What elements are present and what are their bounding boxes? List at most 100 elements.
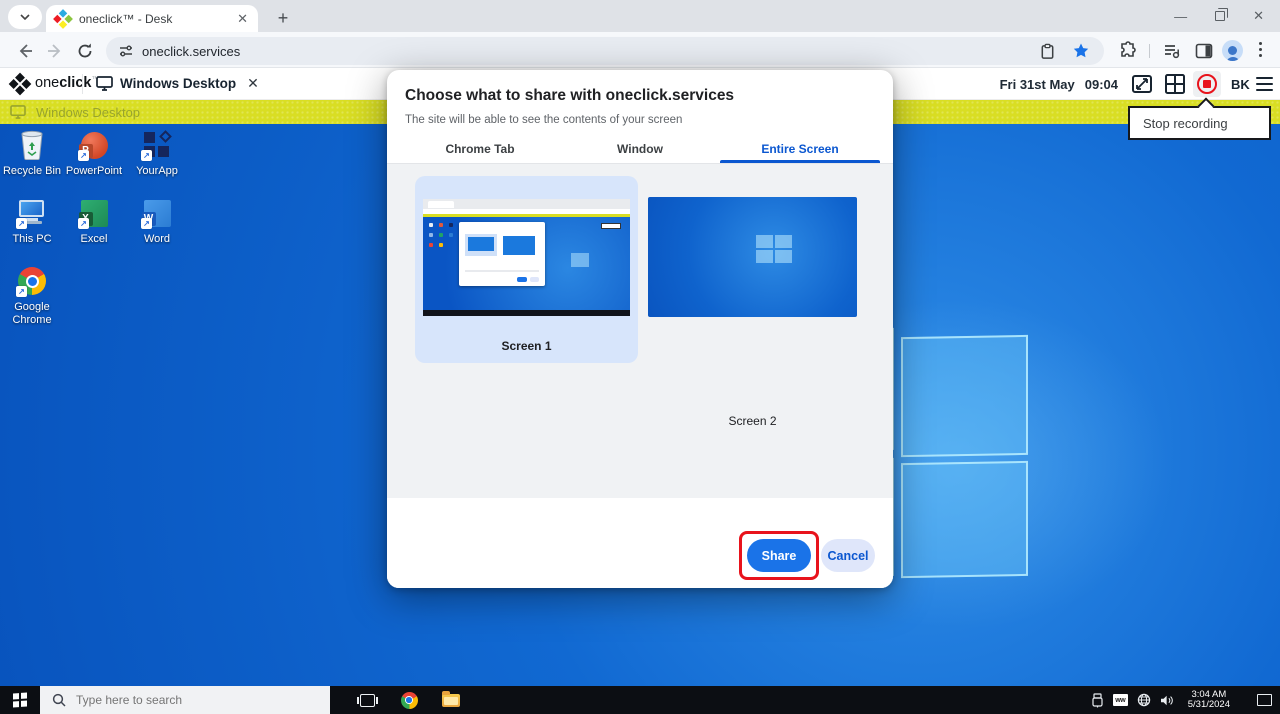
grid-layout-icon[interactable]: [1164, 73, 1186, 95]
forward-icon[interactable]: [46, 42, 64, 60]
omnibox[interactable]: oneclick.services: [106, 37, 1104, 65]
session-tab-close-icon[interactable]: ✕: [247, 75, 259, 92]
mini-share-dialog: [459, 222, 545, 286]
dialog-title: Choose what to share with oneclick.servi…: [405, 87, 734, 105]
file-explorer-icon: [442, 694, 460, 707]
restore-button[interactable]: [1215, 11, 1225, 21]
url-text[interactable]: oneclick.services: [142, 44, 1039, 59]
usb-icon[interactable]: [1091, 693, 1104, 708]
shortcut-arrow-icon: ↗: [78, 218, 89, 229]
tab-close-icon[interactable]: ✕: [235, 11, 250, 27]
desktop-icon-label: Recycle Bin: [3, 165, 61, 178]
task-view-icon: [360, 694, 375, 707]
screen-1-card[interactable]: Screen 1: [415, 176, 638, 363]
session-tab-label: Windows Desktop: [120, 76, 236, 91]
profile-avatar[interactable]: [1222, 40, 1243, 61]
monitor-icon: [96, 76, 113, 91]
new-tab-button[interactable]: +: [270, 5, 296, 31]
word-icon: W ↗: [141, 197, 173, 229]
yourapp-icon: ↗: [141, 129, 173, 161]
desktop-icon-label: This PC: [12, 233, 51, 246]
desktop-icon-recycle-bin[interactable]: Recycle Bin: [0, 129, 64, 178]
screen-2-thumbnail[interactable]: [648, 197, 857, 317]
clipboard-icon[interactable]: [1039, 43, 1056, 60]
side-panel-icon[interactable]: [1194, 41, 1214, 61]
session-tab-windows-desktop[interactable]: Windows Desktop ✕: [88, 68, 267, 99]
taskbar: ww 3:04 AM 5/31/2024: [0, 686, 1280, 714]
desktop-icon-excel[interactable]: X ↗ Excel: [62, 197, 126, 246]
share-dialog: Choose what to share with oneclick.servi…: [387, 70, 893, 588]
banner-label: Windows Desktop: [36, 105, 140, 120]
task-view-button[interactable]: [346, 686, 388, 714]
appbar-time: 09:04: [1085, 77, 1118, 92]
shortcut-arrow-icon: ↗: [141, 150, 152, 161]
tab-chrome-tab[interactable]: Chrome Tab: [400, 136, 560, 163]
screen-1-thumbnail[interactable]: [423, 199, 630, 316]
shortcut-arrow-icon: ↗: [141, 218, 152, 229]
fit-screen-icon[interactable]: [1131, 73, 1153, 95]
dialog-subtitle: The site will be able to see the content…: [405, 114, 682, 126]
search-input[interactable]: [76, 693, 276, 707]
shortcut-arrow-icon: ↗: [78, 150, 89, 161]
media-controls-icon[interactable]: [1162, 41, 1182, 61]
this-pc-icon: ↗: [16, 197, 48, 229]
desktop-icon-this-pc[interactable]: ↗ This PC: [0, 197, 64, 246]
desktop-icon-label: Excel: [81, 233, 108, 246]
file-explorer-button[interactable]: [430, 686, 472, 714]
desktop-icon-google-chrome[interactable]: ↗ Google Chrome: [0, 265, 64, 327]
shortcut-arrow-icon: ↗: [16, 218, 27, 229]
start-button[interactable]: [0, 686, 40, 714]
windows-logo-pane: [901, 461, 1028, 578]
mini-windows-logo: [571, 253, 589, 267]
tab-search-button[interactable]: [8, 5, 42, 29]
browser-titlebar: oneclick™ - Desk ✕ + — ✕: [0, 0, 1280, 32]
powerpoint-icon: P ↗: [78, 129, 110, 161]
desktop-icon-powerpoint[interactable]: P ↗ PowerPoint: [62, 129, 126, 178]
close-button[interactable]: ✕: [1253, 8, 1264, 24]
appbar-divider: [82, 74, 83, 94]
desktop-icon-yourapp[interactable]: ↗ YourApp: [125, 129, 189, 178]
extensions-icon[interactable]: [1118, 41, 1138, 61]
chevron-down-icon: [20, 14, 30, 20]
back-icon[interactable]: [16, 42, 34, 60]
mini-windows-logo-pane: [756, 235, 773, 248]
tab-title: oneclick™ - Desk: [79, 12, 235, 26]
windows-logo-pane: [901, 335, 1028, 457]
network-globe-icon[interactable]: [1137, 693, 1151, 707]
minimize-button[interactable]: —: [1174, 9, 1187, 24]
window-controls: — ✕: [1174, 0, 1274, 32]
bookmark-star-icon[interactable]: [1072, 42, 1090, 60]
browser-menu-icon[interactable]: [1258, 42, 1262, 57]
mini-windows-logo-pane: [775, 235, 792, 248]
action-center-icon[interactable]: [1257, 694, 1272, 706]
mini-windows-logo-pane: [775, 250, 792, 263]
reload-icon[interactable]: [76, 42, 94, 60]
appbar-date: Fri 31st May: [1000, 77, 1075, 92]
screen-1-label: Screen 1: [415, 339, 638, 353]
user-initials-badge[interactable]: BK: [1231, 77, 1250, 92]
chrome-icon: ↗: [16, 265, 48, 297]
taskbar-search[interactable]: [40, 686, 330, 714]
keyboard-indicator[interactable]: ww: [1113, 694, 1128, 706]
screen-2-label: Screen 2: [648, 414, 857, 428]
tab-entire-screen[interactable]: Entire Screen: [720, 136, 880, 163]
tab-window[interactable]: Window: [560, 136, 720, 163]
stop-recording-button[interactable]: [1193, 71, 1221, 97]
screen: oneclick™ - Desk ✕ + — ✕ oneclick.servic…: [0, 0, 1280, 714]
browser-tab[interactable]: oneclick™ - Desk ✕: [46, 5, 258, 32]
excel-icon: X ↗: [78, 197, 110, 229]
dialog-tabs: Chrome Tab Window Entire Screen: [400, 136, 880, 163]
volume-icon[interactable]: [1160, 694, 1175, 707]
mini-browser-chrome: [423, 199, 630, 209]
desktop-icon-label: Google Chrome: [7, 301, 57, 327]
taskbar-chrome-button[interactable]: [388, 686, 430, 714]
cancel-button[interactable]: Cancel: [821, 539, 875, 572]
stop-recording-tooltip: Stop recording: [1128, 106, 1271, 140]
taskbar-clock[interactable]: 3:04 AM 5/31/2024: [1188, 690, 1230, 711]
tune-icon[interactable]: [118, 43, 134, 59]
oneclick-favicon-icon: [53, 9, 73, 29]
desktop-icon-label: Word: [144, 233, 170, 246]
desktop-icon-label: PowerPoint: [66, 165, 122, 178]
desktop-icon-word[interactable]: W ↗ Word: [125, 197, 189, 246]
hamburger-menu-icon[interactable]: [1256, 77, 1273, 91]
